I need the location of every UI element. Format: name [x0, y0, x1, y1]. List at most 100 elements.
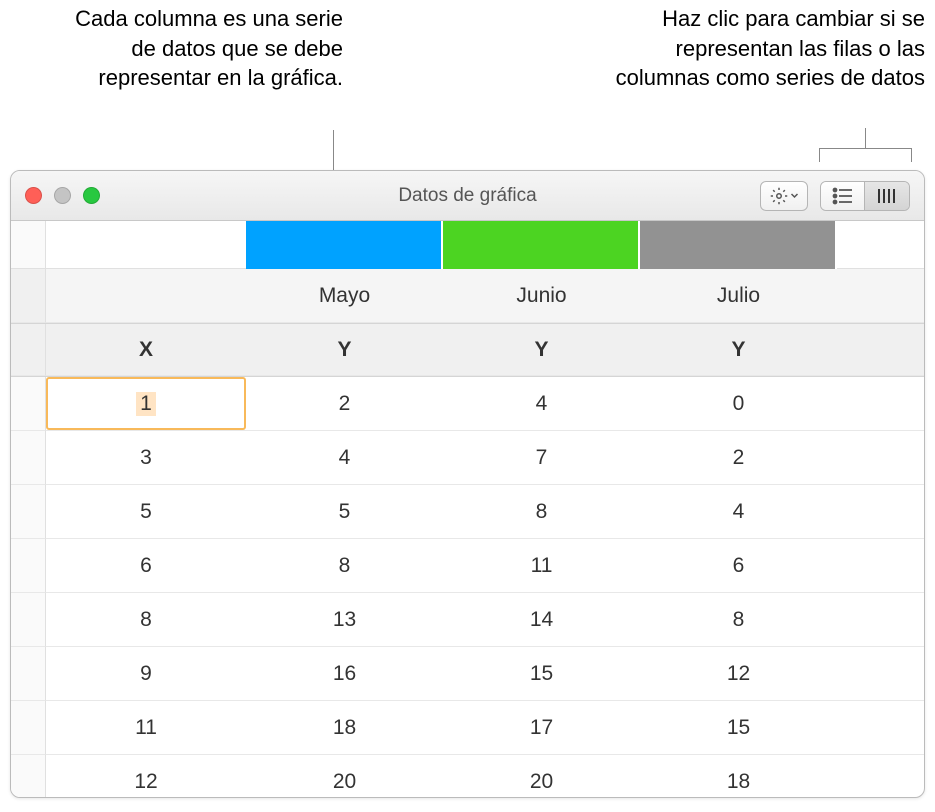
data-cell[interactable]: 12 [640, 647, 837, 701]
data-cell[interactable]: 4 [443, 377, 640, 431]
maximize-button[interactable] [83, 187, 100, 204]
callout-line [865, 128, 866, 148]
series-color-julio[interactable] [640, 221, 837, 269]
data-cell[interactable]: 15 [443, 647, 640, 701]
row-rest [837, 755, 924, 797]
data-cell[interactable]: 4 [246, 431, 443, 485]
data-cell[interactable]: 12 [46, 755, 246, 797]
data-cell[interactable]: 17 [443, 701, 640, 755]
table-row: 9 16 15 12 [11, 647, 924, 701]
row-num[interactable] [11, 593, 46, 647]
data-cell[interactable]: 14 [443, 593, 640, 647]
callouts-area: Cada columna es una serie de datos que s… [0, 0, 935, 150]
row-num[interactable] [11, 647, 46, 701]
table-row: 12 20 20 18 [11, 755, 924, 797]
table-row: 8 13 14 8 [11, 593, 924, 647]
table-row: 6 8 11 6 [11, 539, 924, 593]
data-cell[interactable]: 11 [443, 539, 640, 593]
columns-as-series-button[interactable] [865, 182, 909, 210]
data-cell[interactable]: 8 [246, 539, 443, 593]
callout-line [911, 148, 912, 162]
data-cell[interactable]: 6 [46, 539, 246, 593]
table-row: 1 2 4 0 [11, 377, 924, 431]
table-row: 11 18 17 15 [11, 701, 924, 755]
data-cell[interactable]: 2 [246, 377, 443, 431]
data-cell[interactable]: 4 [640, 485, 837, 539]
data-cell[interactable]: 16 [246, 647, 443, 701]
columns-icon [876, 187, 898, 205]
data-cell[interactable]: 2 [640, 431, 837, 485]
data-cell-selected[interactable]: 1 [46, 377, 246, 431]
data-cell[interactable]: 0 [640, 377, 837, 431]
axis-y-label[interactable]: Y [246, 324, 443, 376]
minimize-button[interactable] [54, 187, 71, 204]
data-cell[interactable]: 13 [246, 593, 443, 647]
row-num-spacer [11, 269, 46, 323]
data-cell[interactable]: 8 [46, 593, 246, 647]
data-cell[interactable]: 8 [443, 485, 640, 539]
row-num[interactable] [11, 701, 46, 755]
data-cell[interactable]: 20 [246, 755, 443, 797]
row-num[interactable] [11, 377, 46, 431]
callout-column-series: Cada columna es una serie de datos que s… [48, 4, 343, 93]
row-rest [837, 701, 924, 755]
row-rest [837, 539, 924, 593]
data-cell[interactable]: 8 [640, 593, 837, 647]
data-cell[interactable]: 20 [443, 755, 640, 797]
window-titlebar: Datos de gráfica [11, 171, 924, 221]
row-num[interactable] [11, 485, 46, 539]
callout-line [819, 148, 820, 162]
table-row: 3 4 7 2 [11, 431, 924, 485]
series-color-row [11, 221, 924, 269]
color-rest [837, 221, 924, 269]
close-button[interactable] [25, 187, 42, 204]
callout-row-column-toggle: Haz clic para cambiar si se representan … [615, 4, 925, 93]
color-corner [46, 221, 246, 269]
data-cell[interactable]: 7 [443, 431, 640, 485]
data-cell[interactable]: 6 [640, 539, 837, 593]
data-cell[interactable]: 18 [246, 701, 443, 755]
row-num[interactable] [11, 539, 46, 593]
row-rest [837, 485, 924, 539]
series-color-mayo[interactable] [246, 221, 443, 269]
series-header-row: Mayo Junio Julio [11, 269, 924, 323]
traffic-lights [25, 187, 100, 204]
cell-value: 1 [136, 392, 156, 416]
data-cell[interactable]: 5 [246, 485, 443, 539]
data-cell[interactable]: 11 [46, 701, 246, 755]
series-header-mayo[interactable]: Mayo [246, 269, 443, 323]
row-num[interactable] [11, 431, 46, 485]
header-empty[interactable] [46, 269, 246, 323]
rows-as-series-button[interactable] [821, 182, 865, 210]
row-rest [837, 647, 924, 701]
table: Mayo Junio Julio X Y Y Y 1 2 4 0 [11, 269, 924, 797]
data-cell[interactable]: 5 [46, 485, 246, 539]
row-num-spacer [11, 324, 46, 376]
row-num[interactable] [11, 755, 46, 797]
series-header-junio[interactable]: Junio [443, 269, 640, 323]
window-title: Datos de gráfica [398, 185, 536, 207]
chevron-down-icon [790, 191, 799, 200]
data-grid: Mayo Junio Julio X Y Y Y 1 2 4 0 [11, 221, 924, 797]
corner-spacer [11, 221, 46, 269]
data-cell[interactable]: 18 [640, 755, 837, 797]
axis-y-label[interactable]: Y [443, 324, 640, 376]
data-cell[interactable]: 9 [46, 647, 246, 701]
gear-icon [770, 187, 788, 205]
data-cell[interactable]: 3 [46, 431, 246, 485]
series-color-junio[interactable] [443, 221, 640, 269]
row-rest [837, 431, 924, 485]
settings-button[interactable] [760, 181, 808, 211]
axis-x-label[interactable]: X [46, 324, 246, 376]
row-rest [837, 593, 924, 647]
chart-data-window: Datos de gráfica [10, 170, 925, 798]
axis-y-label[interactable]: Y [640, 324, 837, 376]
series-header-julio[interactable]: Julio [640, 269, 837, 323]
toolbar-right [760, 181, 910, 211]
row-rest [837, 377, 924, 431]
table-row: 5 5 8 4 [11, 485, 924, 539]
series-orientation-toggle [820, 181, 910, 211]
header-rest [837, 269, 924, 323]
rows-icon [832, 187, 854, 205]
data-cell[interactable]: 15 [640, 701, 837, 755]
